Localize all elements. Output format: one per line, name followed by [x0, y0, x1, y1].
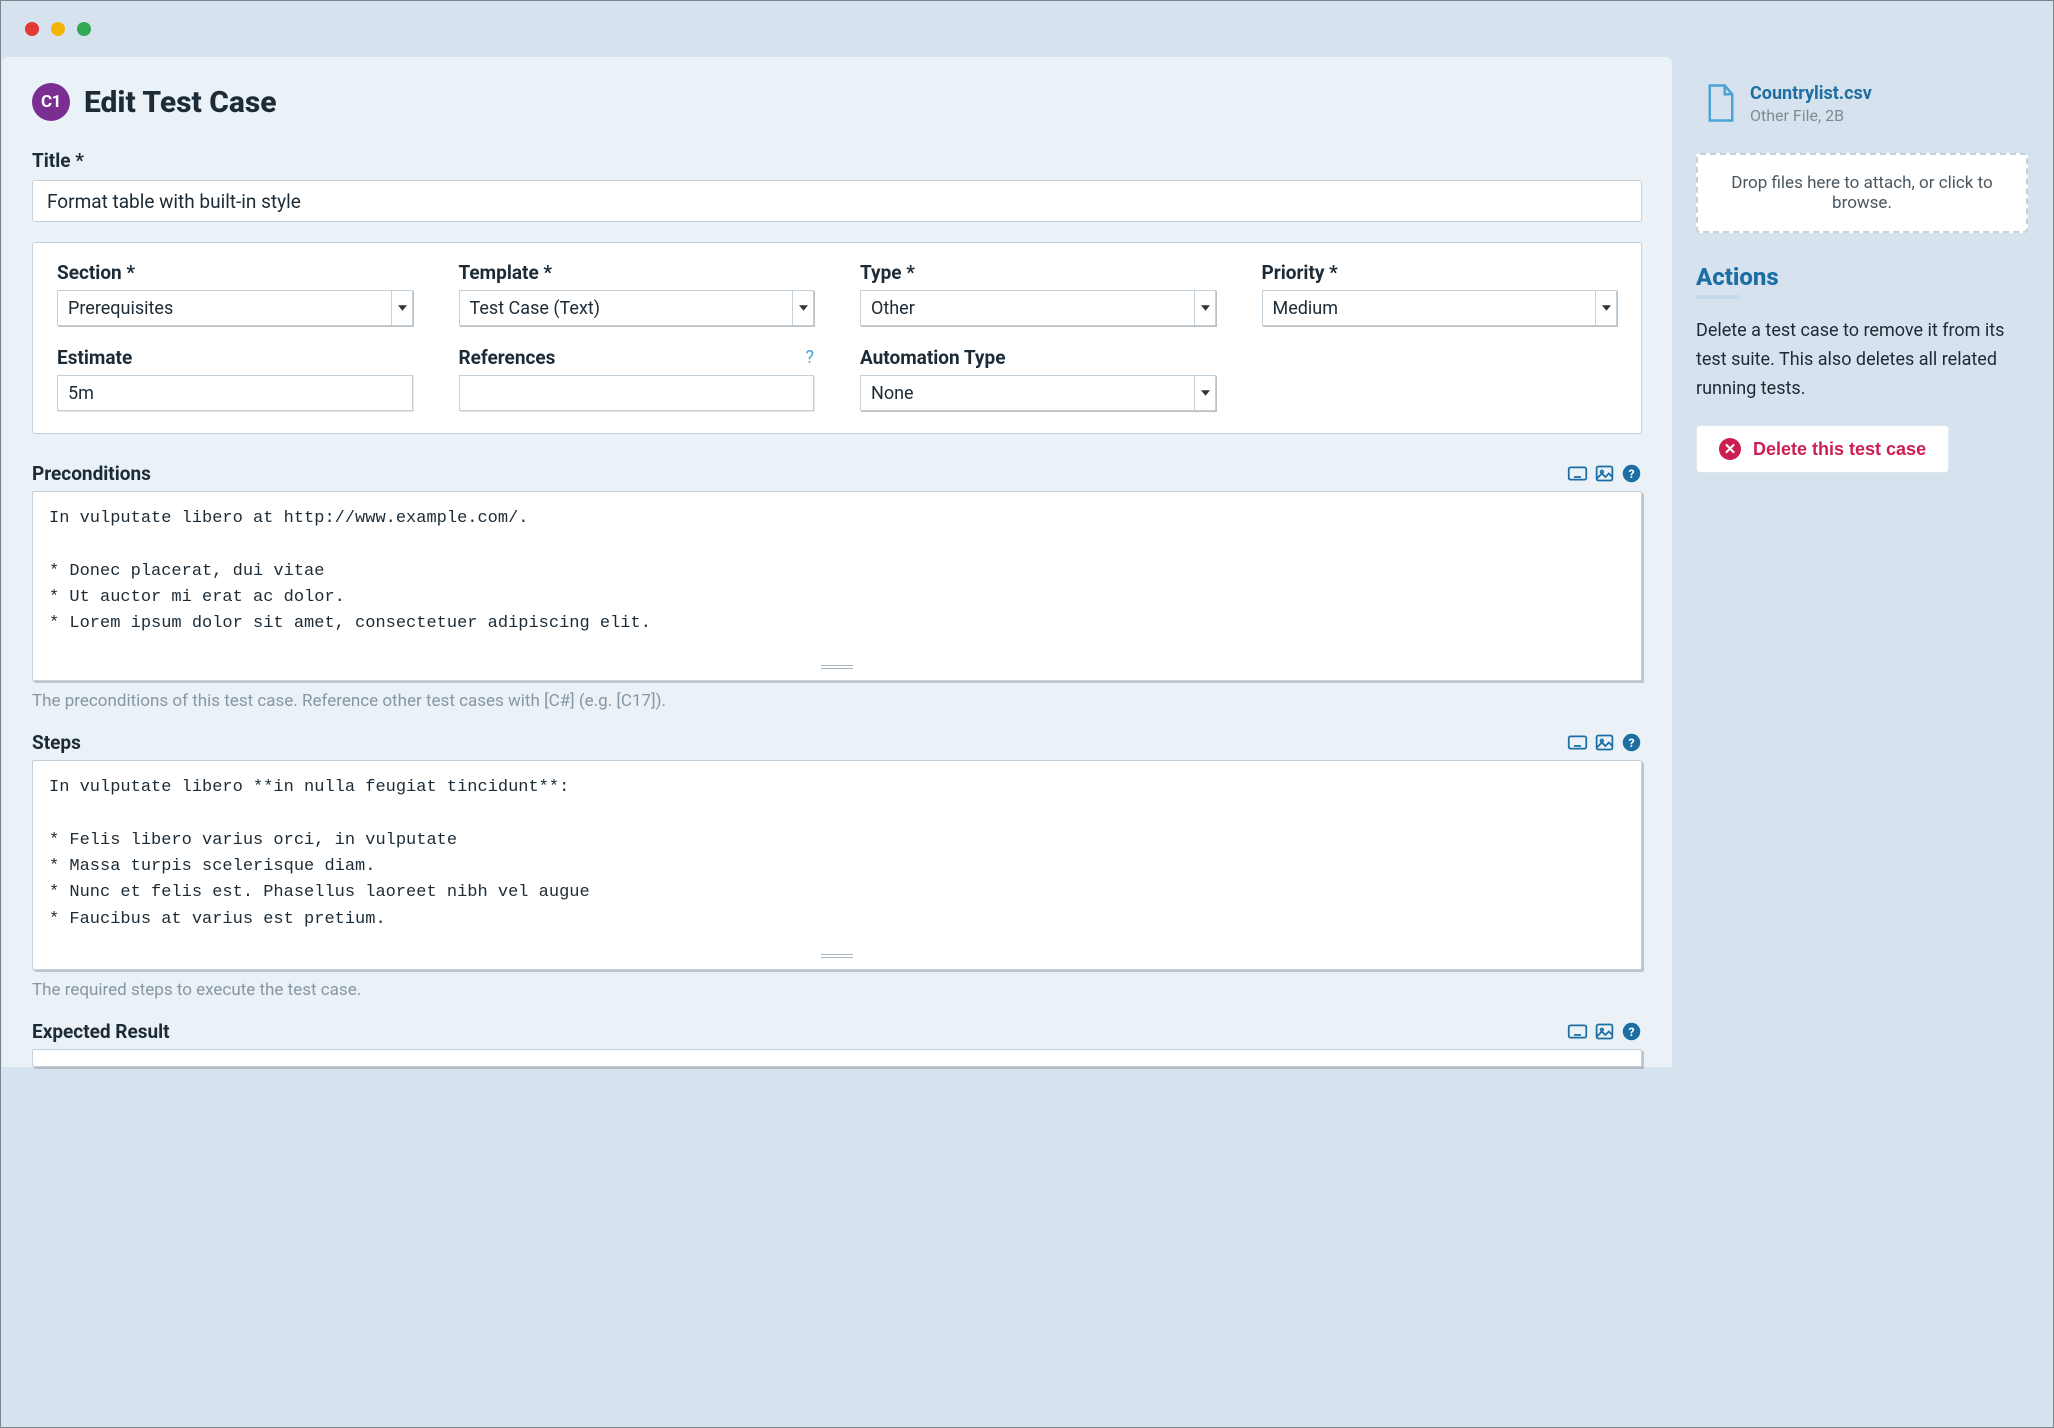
chevron-down-icon: [1194, 375, 1216, 411]
help-icon[interactable]: ?: [1621, 732, 1642, 753]
case-id-badge: C1: [32, 83, 70, 121]
image-icon[interactable]: [1594, 732, 1615, 753]
chevron-down-icon: [391, 290, 413, 326]
main-panel: C1 Edit Test Case Title * Section * Prer…: [2, 57, 1672, 1067]
template-select[interactable]: Test Case (Text): [459, 290, 815, 326]
image-icon[interactable]: [1594, 1021, 1615, 1042]
resize-handle[interactable]: [821, 665, 853, 671]
title-label: Title *: [32, 149, 1642, 172]
priority-label: Priority *: [1262, 261, 1618, 284]
sidebar: Countrylist.csv Other File, 2B Drop file…: [1672, 57, 2052, 1067]
chevron-down-icon: [792, 290, 814, 326]
attachment-subtext: Other File, 2B: [1750, 106, 1844, 125]
references-label: References: [459, 346, 556, 369]
title-input[interactable]: [32, 180, 1642, 222]
type-select[interactable]: Other: [860, 290, 1216, 326]
keyboard-icon[interactable]: [1567, 1021, 1588, 1042]
steps-help-text: The required steps to execute the test c…: [32, 980, 1642, 1000]
references-input[interactable]: [459, 375, 815, 411]
expected-result-textarea[interactable]: [32, 1049, 1642, 1067]
steps-label: Steps: [32, 731, 81, 754]
attachment-dropzone[interactable]: Drop files here to attach, or click to b…: [1696, 153, 2028, 233]
actions-description: Delete a test case to remove it from its…: [1696, 317, 2028, 403]
attachment-name: Countrylist.csv: [1750, 83, 1872, 104]
image-icon[interactable]: [1594, 463, 1615, 484]
preconditions-label: Preconditions: [32, 462, 151, 485]
page-header: C1 Edit Test Case: [32, 83, 1642, 121]
help-icon[interactable]: ?: [1621, 1021, 1642, 1042]
file-icon: [1706, 83, 1736, 123]
chevron-down-icon: [1194, 290, 1216, 326]
delete-test-case-button[interactable]: ✕ Delete this test case: [1696, 425, 1949, 473]
preconditions-textarea[interactable]: In vulputate libero at http://www.exampl…: [32, 491, 1642, 681]
expected-result-label: Expected Result: [32, 1020, 170, 1043]
app-window: C1 Edit Test Case Title * Section * Prer…: [0, 0, 2054, 1428]
steps-textarea[interactable]: In vulputate libero **in nulla feugiat t…: [32, 760, 1642, 970]
metadata-panel: Section * Prerequisites Template * Test …: [32, 242, 1642, 434]
estimate-label: Estimate: [57, 346, 413, 369]
keyboard-icon[interactable]: [1567, 463, 1588, 484]
page-title: Edit Test Case: [84, 85, 277, 120]
type-label: Type *: [860, 261, 1216, 284]
attachment-item[interactable]: Countrylist.csv Other File, 2B: [1696, 69, 2028, 139]
window-maximize-dot[interactable]: [77, 22, 91, 36]
window-close-dot[interactable]: [25, 22, 39, 36]
window-title-bar: [1, 1, 2053, 57]
delete-icon: ✕: [1719, 438, 1741, 460]
svg-text:?: ?: [1628, 736, 1634, 750]
help-icon[interactable]: ?: [1621, 463, 1642, 484]
chevron-down-icon: [1595, 290, 1617, 326]
priority-select[interactable]: Medium: [1262, 290, 1618, 326]
delete-button-label: Delete this test case: [1753, 439, 1926, 460]
svg-text:?: ?: [1628, 467, 1634, 481]
keyboard-icon[interactable]: [1567, 732, 1588, 753]
references-help-icon[interactable]: ?: [805, 347, 814, 368]
template-label: Template *: [459, 261, 815, 284]
preconditions-help-text: The preconditions of this test case. Ref…: [32, 691, 1642, 711]
section-select[interactable]: Prerequisites: [57, 290, 413, 326]
actions-heading: Actions: [1696, 263, 2028, 291]
resize-handle[interactable]: [821, 954, 853, 960]
svg-text:?: ?: [1628, 1025, 1634, 1039]
actions-underline: [1696, 295, 1740, 299]
automation-type-label: Automation Type: [860, 346, 1216, 369]
window-minimize-dot[interactable]: [51, 22, 65, 36]
section-label: Section *: [57, 261, 413, 284]
estimate-input[interactable]: [57, 375, 413, 411]
automation-type-select[interactable]: None: [860, 375, 1216, 411]
